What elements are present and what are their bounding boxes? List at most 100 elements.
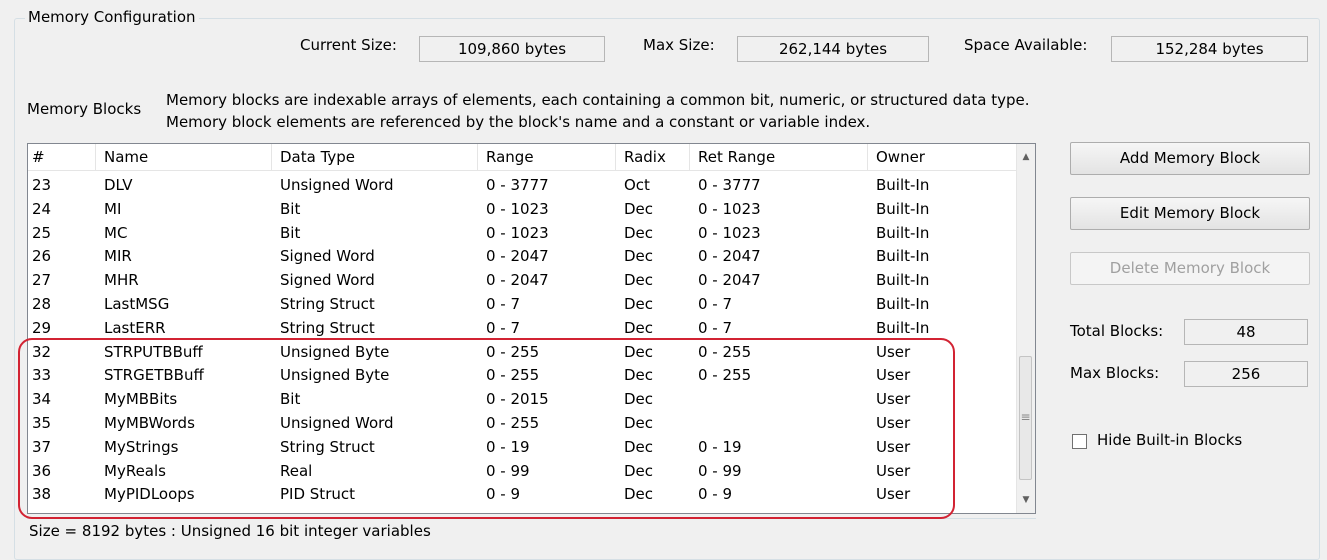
cell-ret-range: 0 - 255: [698, 366, 752, 385]
table-scrollbar[interactable]: ▲ ≡ ▼: [1016, 144, 1035, 513]
cell-number: 32: [32, 342, 52, 361]
cell-radix: Dec: [624, 271, 654, 290]
table-row[interactable]: 33 STRGETBBuff Unsigned Byte 0 - 255 Dec 0 - …: [28, 364, 1018, 388]
column-header-name[interactable]: Name: [96, 144, 272, 170]
cell-owner: Built-In: [876, 199, 930, 218]
cell-number: 37: [32, 437, 52, 456]
cell-radix: Dec: [624, 318, 654, 337]
table-row[interactable]: 32 STRPUTBBuff Unsigned Byte 0 - 255 Dec 0 - …: [28, 341, 1018, 365]
cell-radix: Dec: [624, 461, 654, 480]
column-header-radix[interactable]: Radix: [616, 144, 690, 170]
cell-range: 0 - 255: [486, 342, 540, 361]
cell-data-type: String Struct: [280, 437, 375, 456]
cell-data-type: Signed Word: [280, 271, 375, 290]
table-row[interactable]: 37 MyStrings String Struct 0 - 19 Dec 0 - 19 U…: [28, 436, 1018, 460]
cell-number: 35: [32, 413, 52, 432]
cell-name: STRGETBBuff: [104, 366, 204, 385]
cell-name: MHR: [104, 271, 139, 290]
max-size-field: 262,144 bytes: [737, 36, 929, 62]
edit-memory-block-button[interactable]: Edit Memory Block: [1070, 197, 1310, 230]
max-blocks-label: Max Blocks:: [1070, 364, 1160, 382]
cell-radix: Dec: [624, 366, 654, 385]
cell-data-type: Unsigned Byte: [280, 342, 390, 361]
status-text: Size = 8192 bytes : Unsigned 16 bit inte…: [29, 522, 431, 540]
memory-blocks-description: Memory blocks are indexable arrays of el…: [166, 91, 1030, 131]
cell-ret-range: 0 - 99: [698, 461, 742, 480]
cell-owner: User: [876, 461, 911, 480]
cell-radix: Dec: [624, 223, 654, 242]
cell-ret-range: 0 - 19: [698, 437, 742, 456]
cell-range: 0 - 99: [486, 461, 530, 480]
cell-radix: Dec: [624, 437, 654, 456]
cell-ret-range: 0 - 3777: [698, 176, 761, 194]
cell-range: 0 - 9: [486, 485, 521, 504]
column-header-data-type[interactable]: Data Type: [272, 144, 478, 170]
column-header-number[interactable]: #: [28, 144, 96, 170]
cell-owner: User: [876, 342, 911, 361]
column-header-ret-range[interactable]: Ret Range: [690, 144, 868, 170]
delete-memory-block-button[interactable]: Delete Memory Block: [1070, 252, 1310, 285]
cell-name: MIR: [104, 247, 132, 266]
cell-name: MyStrings: [104, 437, 179, 456]
cell-number: 29: [32, 318, 52, 337]
cell-radix: Dec: [624, 199, 654, 218]
cell-owner: Built-In: [876, 318, 930, 337]
table-row[interactable]: 28 LastMSG String Struct 0 - 7 Dec 0 - 7 Built…: [28, 293, 1018, 317]
table-row[interactable]: 24 MI Bit 0 - 1023 Dec 0 - 1023 Built-In: [28, 198, 1018, 222]
table-row[interactable]: 35 MyMBWords Unsigned Word 0 - 255 Dec User: [28, 412, 1018, 436]
cell-data-type: Bit: [280, 390, 301, 409]
cell-ret-range: 0 - 7: [698, 318, 733, 337]
cell-owner: User: [876, 390, 911, 409]
cell-data-type: Unsigned Byte: [280, 366, 390, 385]
cell-range: 0 - 7: [486, 318, 521, 337]
scroll-up-icon[interactable]: ▲: [1017, 147, 1035, 167]
cell-range: 0 - 7: [486, 294, 521, 313]
cell-data-type: String Struct: [280, 318, 375, 337]
table-row[interactable]: 34 MyMBBits Bit 0 - 2015 Dec User: [28, 388, 1018, 412]
cell-range: 0 - 19: [486, 437, 530, 456]
table-row[interactable]: 25 MC Bit 0 - 1023 Dec 0 - 1023 Built-In: [28, 222, 1018, 246]
cell-data-type: Bit: [280, 223, 301, 242]
cell-owner: Built-In: [876, 294, 930, 313]
table-row[interactable]: 23 DLV Unsigned Word 0 - 3777 Oct 0 - 3777 Bui…: [28, 174, 1018, 198]
table-row[interactable]: 38 MyPIDLoops PID Struct 0 - 9 Dec 0 - 9 User: [28, 483, 1018, 507]
grip-icon: ≡: [1020, 410, 1031, 424]
cell-data-type: Signed Word: [280, 247, 375, 266]
cell-number: 33: [32, 366, 52, 385]
table-row[interactable]: 27 MHR Signed Word 0 - 2047 Dec 0 - 2047 Built…: [28, 269, 1018, 293]
table-row[interactable]: 29 LastERR String Struct 0 - 7 Dec 0 - 7 Built…: [28, 317, 1018, 341]
cell-range: 0 - 1023: [486, 223, 549, 242]
cell-radix: Oct: [624, 176, 650, 194]
scroll-down-icon[interactable]: ▼: [1017, 490, 1035, 510]
add-memory-block-button[interactable]: Add Memory Block: [1070, 142, 1310, 175]
hide-builtin-checkbox[interactable]: [1072, 434, 1087, 449]
cell-number: 36: [32, 461, 52, 480]
cell-ret-range: 0 - 255: [698, 342, 752, 361]
space-available-label: Space Available:: [964, 36, 1088, 54]
table-row[interactable]: 26 MIR Signed Word 0 - 2047 Dec 0 - 2047 Built…: [28, 245, 1018, 269]
cell-number: 25: [32, 223, 52, 242]
scroll-thumb[interactable]: ≡: [1019, 356, 1032, 480]
cell-number: 38: [32, 485, 52, 504]
cell-range: 0 - 2047: [486, 247, 549, 266]
cell-data-type: Real: [280, 461, 313, 480]
cell-owner: User: [876, 437, 911, 456]
cell-radix: Dec: [624, 485, 654, 504]
cell-owner: User: [876, 366, 911, 385]
hide-builtin-label[interactable]: Hide Built-in Blocks: [1097, 431, 1242, 449]
memory-blocks-table[interactable]: # Name Data Type Range Radix Ret Range O…: [27, 143, 1036, 514]
cell-range: 0 - 255: [486, 413, 540, 432]
cell-name: MyMBWords: [104, 413, 195, 432]
cell-owner: User: [876, 485, 911, 504]
total-blocks-label: Total Blocks:: [1070, 322, 1164, 340]
cell-data-type: PID Struct: [280, 485, 355, 504]
current-size-field: 109,860 bytes: [419, 36, 605, 62]
status-bar: Size = 8192 bytes : Unsigned 16 bit inte…: [27, 518, 1036, 545]
column-header-owner[interactable]: Owner: [868, 144, 1018, 170]
cell-ret-range: [690, 388, 868, 412]
cell-name: MyPIDLoops: [104, 485, 195, 504]
column-header-range[interactable]: Range: [478, 144, 616, 170]
cell-owner: Built-In: [876, 271, 930, 290]
cell-ret-range: 0 - 2047: [698, 271, 761, 290]
table-row[interactable]: 36 MyReals Real 0 - 99 Dec 0 - 99 User: [28, 460, 1018, 484]
